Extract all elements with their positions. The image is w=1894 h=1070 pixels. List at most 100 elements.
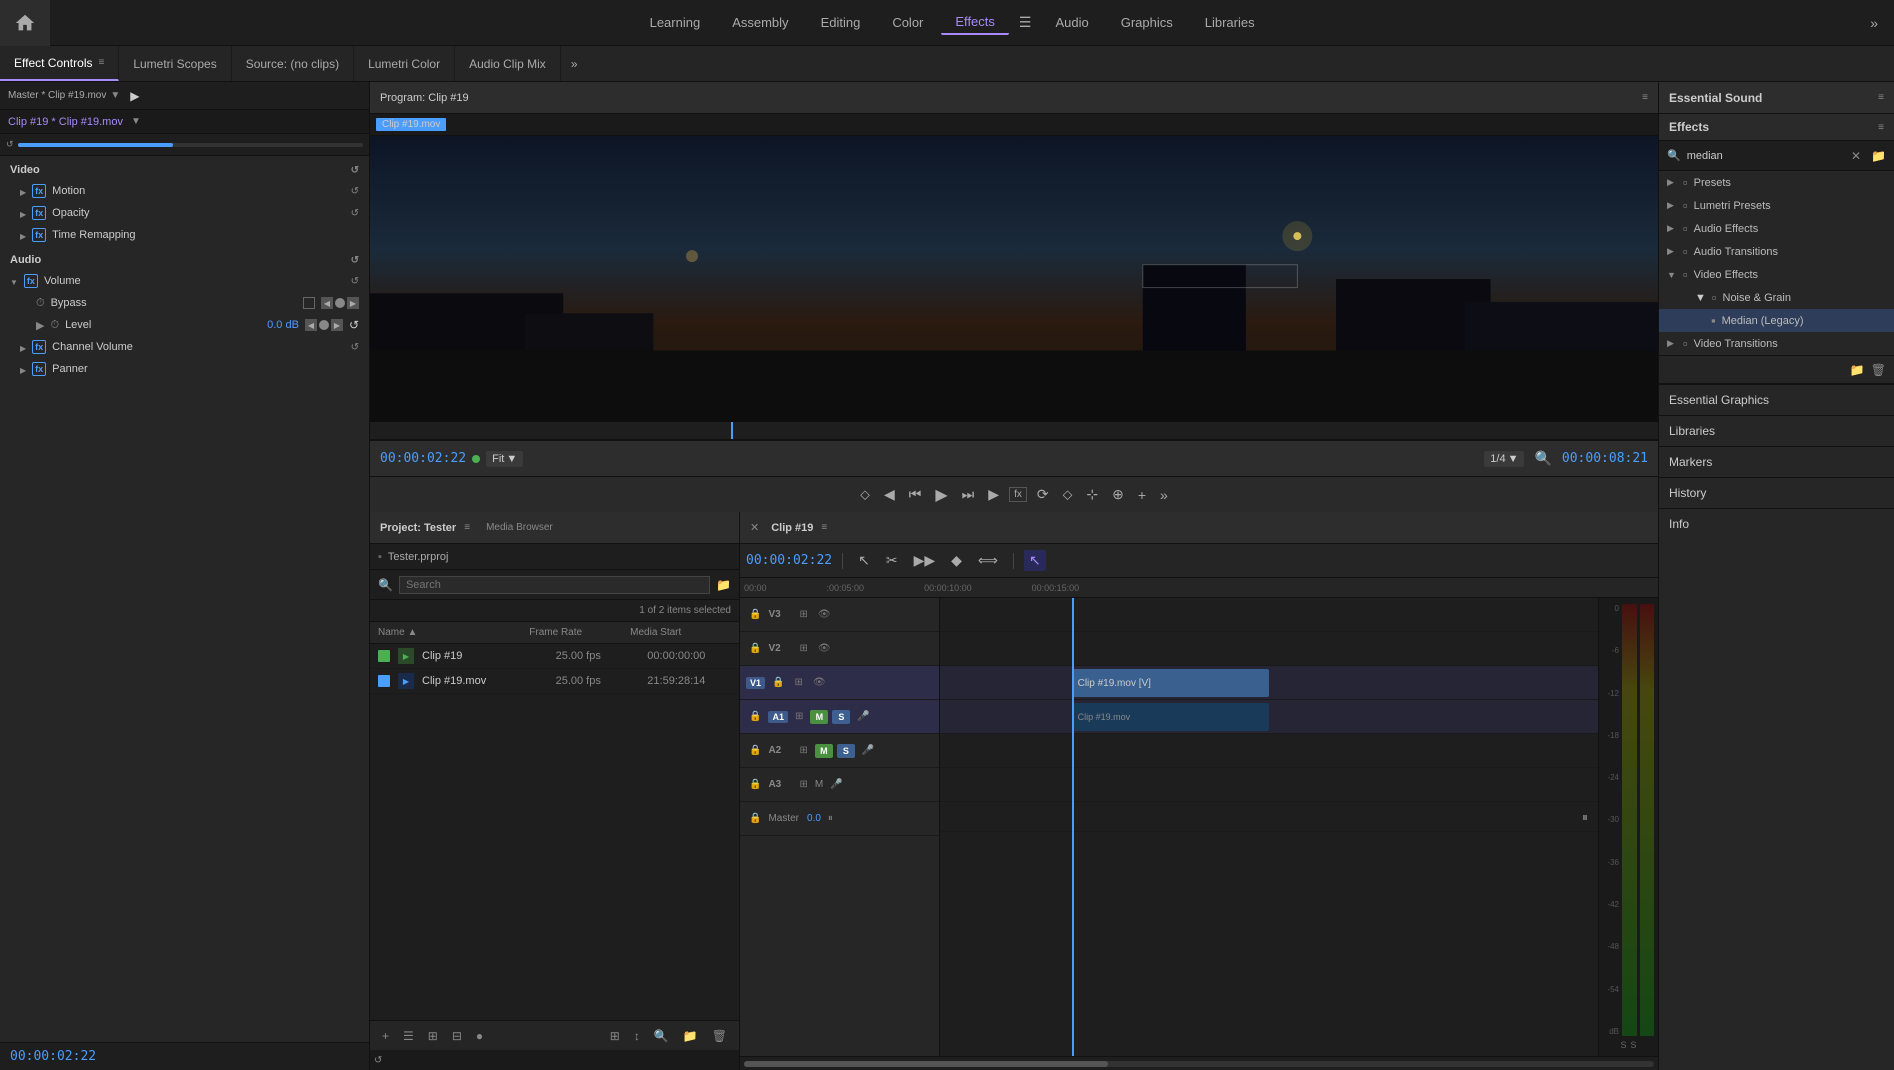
project-item-clip19mov[interactable]: ▶ Clip #19.mov 25.00 fps 21:59:28:14 (370, 669, 739, 694)
project-delete-button[interactable]: 🗑 (708, 1027, 731, 1045)
channel-volume-expand-icon[interactable] (20, 340, 26, 354)
level-reset-icon[interactable]: ↺ (349, 318, 359, 332)
timeline-menu-icon[interactable]: ≡ (821, 522, 827, 533)
clip-v1-block[interactable]: Clip #19.mov [V] (1072, 669, 1269, 697)
project-search-footer-button[interactable]: 🔍 (650, 1027, 673, 1045)
essential-graphics-header[interactable]: Essential Graphics (1659, 385, 1894, 415)
motion-reset-icon[interactable]: ↺ (351, 186, 359, 197)
timeline-close-icon[interactable]: ✕ (750, 521, 759, 534)
transport-insert[interactable]: ⊹ (1082, 484, 1102, 505)
track-a2-settings[interactable]: ⊞ (796, 744, 810, 757)
track-a3-settings[interactable]: ⊞ (796, 778, 810, 791)
tab-menu-icon[interactable]: ≡ (98, 57, 104, 68)
project-zoom-button[interactable]: ● (472, 1027, 487, 1045)
project-folder-button[interactable]: 📁 (679, 1027, 702, 1045)
track-v2-eye[interactable]: 👁 (815, 642, 834, 655)
effects-search-input[interactable] (1687, 150, 1845, 162)
timeline-v2[interactable] (940, 632, 1598, 666)
info-header[interactable]: Info (1659, 509, 1894, 539)
tree-audio-effects[interactable]: ▶ ▫ Audio Effects (1659, 217, 1894, 240)
tree-noise-grain[interactable]: ▼ ▫ Noise & Grain (1659, 286, 1894, 309)
nav-color[interactable]: Color (878, 11, 937, 34)
opacity-expand-icon[interactable] (20, 206, 26, 220)
effects-search-clear[interactable]: ✕ (1851, 149, 1861, 163)
transport-loop[interactable]: ⟳ (1033, 484, 1053, 505)
timeline-end-marker[interactable]: ⏸ (1582, 810, 1588, 825)
project-media-browser-tab[interactable]: Media Browser (486, 522, 553, 533)
effect-opacity-row[interactable]: fx Opacity ↺ (0, 202, 369, 224)
project-icon-view-button[interactable]: ⊞ (424, 1027, 442, 1045)
volume-reset-icon[interactable]: ↺ (351, 276, 359, 287)
track-v1-lock[interactable]: 🔒 (769, 676, 787, 689)
timeline-tool-razor[interactable]: ✂ (881, 550, 903, 571)
level-value[interactable]: 0.0 dB (267, 319, 299, 331)
track-v3-settings[interactable]: ⊞ (796, 608, 810, 621)
tab-more-button[interactable]: » (561, 46, 588, 81)
timeline-a1[interactable]: Clip #19.mov (940, 700, 1598, 734)
tree-audio-transitions[interactable]: ▶ ▫ Audio Transitions (1659, 240, 1894, 263)
panner-expand-icon[interactable] (20, 362, 26, 376)
level-stopwatch-icon[interactable]: ⏱ (50, 319, 59, 332)
home-button[interactable] (0, 0, 50, 46)
transport-more[interactable]: » (1156, 485, 1172, 505)
play-button[interactable]: ▶ (130, 89, 139, 103)
track-a2-mic[interactable]: 🎤 (859, 744, 877, 757)
track-v1-settings[interactable]: ⊞ (791, 676, 805, 689)
preview-quality-selector[interactable]: 1/4 ▼ (1484, 451, 1524, 467)
nav-libraries[interactable]: Libraries (1191, 11, 1269, 34)
project-freeform-view-button[interactable]: ⊟ (448, 1027, 466, 1045)
track-v1-eye[interactable]: 👁 (810, 676, 829, 689)
preview-timecode-in[interactable]: 00:00:02:22 (380, 451, 466, 466)
tab-lumetri-scopes[interactable]: Lumetri Scopes (119, 46, 231, 81)
transport-fx[interactable]: fx (1009, 487, 1027, 502)
project-item-clip19[interactable]: ▶ Clip #19 25.00 fps 00:00:00:00 (370, 644, 739, 669)
bypass-checkbox[interactable] (303, 297, 315, 309)
transport-jog-fwd[interactable]: ⏭ (958, 484, 979, 505)
nav-learning[interactable]: Learning (636, 11, 715, 34)
transport-add[interactable]: + (1134, 485, 1150, 505)
timeline-tool-arrow[interactable]: ↖ (853, 550, 875, 571)
project-sort-button[interactable]: ↕ (630, 1027, 644, 1045)
libraries-header[interactable]: Libraries (1659, 416, 1894, 446)
track-a1-mic[interactable]: 🎤 (854, 710, 872, 723)
track-a1-sync[interactable]: S (832, 710, 850, 724)
project-grid-button[interactable]: ⊞ (606, 1027, 624, 1045)
tree-video-effects[interactable]: ▼ ▫ Video Effects (1659, 263, 1894, 286)
transport-overwrite[interactable]: ⊕ (1108, 484, 1128, 505)
tree-presets[interactable]: ▶ ▫ Presets (1659, 171, 1894, 194)
nav-editing[interactable]: Editing (807, 11, 875, 34)
channel-volume-reset-icon[interactable]: ↺ (351, 342, 359, 353)
nav-graphics[interactable]: Graphics (1107, 11, 1187, 34)
track-a1-lock[interactable]: 🔒 (746, 710, 764, 723)
track-master-end[interactable]: ⏸ (825, 812, 836, 825)
level-kf-prev[interactable]: ◀ (305, 319, 317, 331)
project-list-view-button[interactable]: ☰ (399, 1027, 418, 1045)
preview-fit-selector[interactable]: Fit ▼ (486, 451, 523, 467)
effects-search-folder-icon[interactable]: 📁 (1871, 149, 1886, 163)
project-folder-browse-button[interactable]: 📁 (716, 578, 731, 592)
preview-menu-icon[interactable]: ≡ (1642, 92, 1648, 103)
effects-section-menu-icon[interactable]: ≡ (1878, 122, 1884, 133)
nav-more-button[interactable]: » (1854, 15, 1894, 31)
nav-audio[interactable]: Audio (1041, 11, 1102, 34)
level-kf-next[interactable]: ▶ (331, 319, 343, 331)
transport-step-back[interactable]: ◀ (880, 484, 899, 505)
timeline-tool-track-select[interactable]: ▶▶ (909, 550, 941, 571)
timeline-tool-selection[interactable]: ↖ (1024, 550, 1046, 571)
track-a2-lock[interactable]: 🔒 (746, 744, 764, 757)
effect-panner-row[interactable]: fx Panner (0, 358, 369, 380)
track-a3-mic[interactable]: 🎤 (827, 778, 845, 791)
time-remapping-expand-icon[interactable] (20, 228, 26, 242)
timeline-tool-slip[interactable]: ⟺ (973, 550, 1003, 571)
timeline-v1[interactable]: Clip #19.mov [V] (940, 666, 1598, 700)
track-v1-active-badge[interactable]: V1 (746, 677, 765, 689)
track-a3-lock[interactable]: 🔒 (746, 778, 764, 791)
bypass-kf-prev[interactable]: ◀ (321, 297, 333, 309)
transport-mark-out[interactable]: ⬦ (1059, 484, 1077, 505)
effects-delete-button[interactable]: 🗑 (1871, 363, 1886, 377)
opacity-reset-icon[interactable]: ↺ (351, 208, 359, 219)
transport-play[interactable]: ▶ (931, 483, 951, 507)
playhead-track[interactable] (370, 422, 1658, 440)
timeline-timecode[interactable]: 00:00:02:22 (746, 553, 832, 568)
audio-section-reset[interactable]: ↺ (351, 255, 359, 266)
